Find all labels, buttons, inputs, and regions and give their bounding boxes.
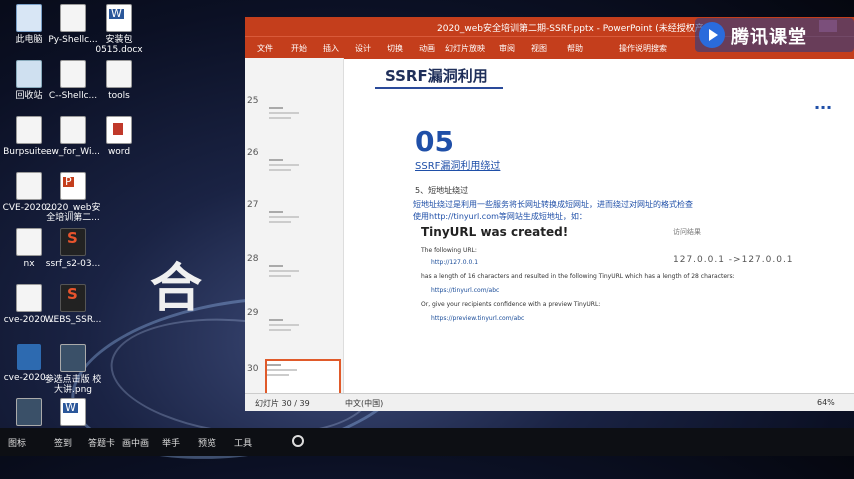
result-ip: 127.0.0.1 ->127.0.0.1	[673, 255, 794, 265]
file-icon	[60, 4, 86, 32]
taskbar-item[interactable]: 签到	[54, 436, 72, 449]
slide-number: 26	[247, 148, 259, 158]
powerpoint-window: 2020_web安全培训第二期-SSRF.pptx - PowerPoint (…	[245, 17, 854, 411]
pdf-icon	[106, 116, 132, 144]
body-line: 使用http://tinyurl.com等网站生成短地址，如：	[413, 212, 587, 221]
slide-logo: ▪ ▪ ▪	[815, 104, 832, 111]
desktop-icon-label: word	[107, 147, 131, 157]
taskbar-item[interactable]: 答题卡	[88, 436, 115, 449]
taskbar-item[interactable]: 画中画	[122, 436, 149, 449]
globe-icon	[17, 344, 41, 370]
ribbon-tab[interactable]: 文件	[257, 43, 273, 54]
powerpoint-icon	[60, 172, 86, 200]
ssrf-icon	[60, 228, 86, 256]
desktop-icon-label: 2020_web安全培训第二...	[45, 203, 101, 223]
tinyurl-text: The following URL:	[421, 247, 477, 254]
tencent-classroom-badge: 腾讯课堂	[695, 18, 854, 52]
slide-counter: 幻灯片 30 / 39	[255, 399, 310, 408]
tinyurl-link: http://127.0.0.1	[431, 259, 479, 266]
image-icon	[16, 398, 42, 426]
slide-thumbnail[interactable]: 29	[247, 308, 341, 354]
file-icon	[16, 172, 42, 200]
tinyurl-link: https://preview.tinyurl.com/abc	[431, 315, 525, 322]
slide-preview	[269, 316, 327, 346]
section-subtitle: SSRF漏洞利用绕过	[415, 161, 501, 172]
ribbon-tab[interactable]: 操作说明搜索	[619, 43, 667, 54]
slide-preview	[269, 208, 327, 238]
status-bar: 幻灯片 30 / 39 中文(中国) 64%	[245, 393, 854, 411]
window-title: 2020_web安全培训第二期-SSRF.pptx - PowerPoint (…	[437, 24, 717, 34]
ribbon-tab[interactable]: 切换	[387, 43, 403, 54]
desktop-icon[interactable]: 2020_web安全培训第二...	[44, 172, 102, 223]
desktop-icon-label: ssrf_s2-03...	[45, 259, 101, 269]
ribbon-tab[interactable]: 审阅	[499, 43, 515, 54]
word-icon	[60, 398, 86, 426]
taskbar-item[interactable]: 图标	[8, 436, 26, 449]
slide-number: 27	[247, 200, 259, 210]
ssrf-icon	[60, 284, 86, 312]
file-icon	[16, 284, 42, 312]
file-icon	[106, 60, 132, 88]
recycle-bin-icon	[16, 60, 42, 88]
slide-thumbnail[interactable]: 25	[247, 96, 341, 142]
point-heading: 5、短地址绕过	[415, 186, 469, 195]
ribbon-tab[interactable]: 幻灯片放映	[445, 43, 485, 54]
slide-thumbnail-panel[interactable]: 25 26 27 28 29 30	[245, 58, 344, 407]
taskbar-item[interactable]: 工具	[234, 436, 252, 449]
desktop-icon[interactable]: tools	[90, 60, 148, 101]
taskbar-item[interactable]: 举手	[162, 436, 180, 449]
file-icon	[16, 228, 42, 256]
word-icon	[106, 4, 132, 32]
desktop-icon[interactable]: WEBS_SSR...	[44, 284, 102, 325]
file-icon	[16, 116, 42, 144]
taskbar-item[interactable]: 预览	[198, 436, 216, 449]
slide-number: 28	[247, 254, 259, 264]
desktop-icon[interactable]: ssrf_s2-03...	[44, 228, 102, 269]
slide-number: 25	[247, 96, 259, 106]
slide-preview	[269, 104, 327, 134]
ribbon-tab[interactable]: 动画	[419, 43, 435, 54]
ribbon-tab[interactable]: 视图	[531, 43, 547, 54]
file-icon	[60, 60, 86, 88]
computer-icon	[16, 4, 42, 32]
desktop-icon-label: WEBS_SSR...	[44, 315, 102, 325]
slide-preview	[269, 262, 327, 292]
slide-canvas[interactable]: SSRF漏洞利用 ▪ ▪ ▪ 05 SSRF漏洞利用绕过 5、短地址绕过 短地址…	[355, 67, 854, 402]
ribbon-tab[interactable]: 插入	[323, 43, 339, 54]
tinyurl-text: has a length of 16 characters and result…	[421, 273, 735, 280]
section-number: 05	[415, 125, 454, 158]
ribbon-tab[interactable]: 设计	[355, 43, 371, 54]
play-icon	[699, 22, 725, 48]
zoom-level[interactable]: 64%	[817, 398, 835, 407]
tinyurl-screenshot: TinyURL was created! The following URL: …	[415, 225, 765, 345]
slide-header: SSRF漏洞利用	[375, 67, 503, 89]
desktop-icon-label: 安装包 0515.docx	[95, 35, 143, 55]
body-line: 短地址绕过是利用一些服务将长网址转换成短网址，进而绕过对网址的格式检查	[413, 200, 693, 209]
image-icon	[60, 344, 86, 372]
tinyurl-text: Or, give your recipients confidence with…	[421, 301, 601, 308]
language-indicator: 中文(中国)	[345, 399, 384, 408]
slide-number: 29	[247, 308, 259, 318]
desktop-icon-label: tools	[108, 91, 130, 101]
desktop-icon[interactable]: word	[90, 116, 148, 157]
desktop-icon[interactable]: 参选点击版 校大讲.png	[44, 344, 102, 395]
taskbar: 图标 签到 答题卡 画中画 举手 预览 工具	[0, 428, 854, 456]
file-icon	[60, 116, 86, 144]
desktop-icon-label: 参选点击版 校大讲.png	[44, 375, 102, 395]
power-icon[interactable]	[292, 435, 304, 447]
slide-preview	[269, 156, 327, 186]
tinyurl-title: TinyURL was created!	[421, 225, 569, 239]
slide-thumbnail[interactable]: 27	[247, 200, 341, 246]
slide-number: 30	[247, 364, 259, 374]
slide-thumbnail[interactable]: 26	[247, 148, 341, 194]
tencent-label: 腾讯课堂	[731, 27, 807, 48]
tinyurl-link: https://tinyurl.com/abc	[431, 287, 500, 294]
ribbon-tab[interactable]: 帮助	[567, 43, 583, 54]
desktop-icon[interactable]: 安装包 0515.docx	[90, 4, 148, 55]
slide-thumbnail[interactable]: 28	[247, 254, 341, 300]
ribbon-tab[interactable]: 开始	[291, 43, 307, 54]
result-label: 访问结果	[673, 228, 701, 236]
